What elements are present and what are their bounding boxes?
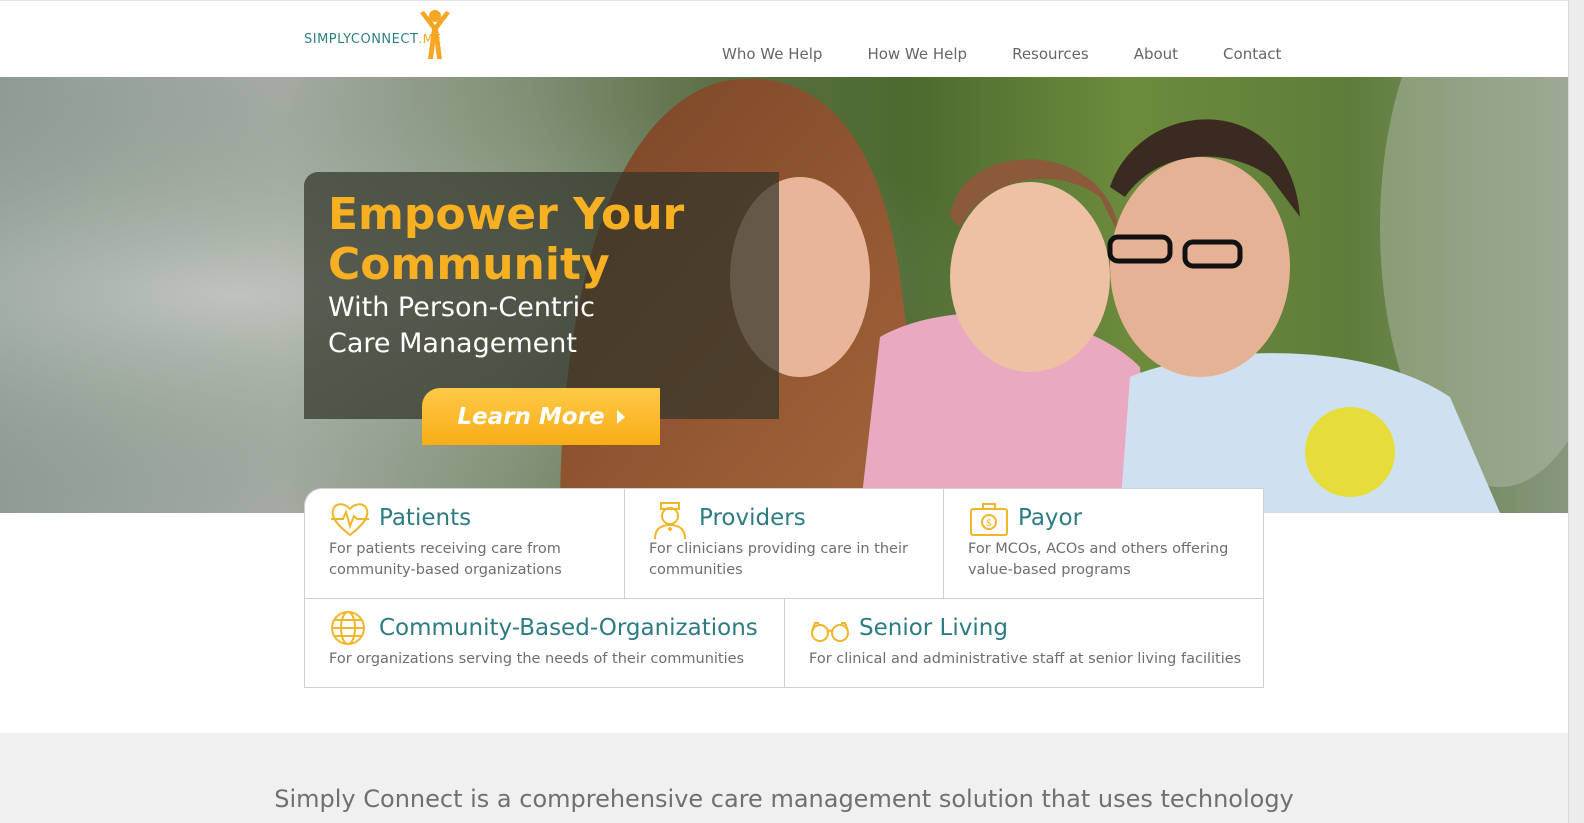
- card-title: Senior Living: [859, 615, 1008, 641]
- card-title: Payor: [1018, 505, 1083, 531]
- audience-cards: Patients For patients receiving care fro…: [304, 488, 1264, 688]
- nurse-icon: [654, 502, 686, 539]
- svg-text:$: $: [986, 518, 992, 529]
- hero-title: Empower Your Community: [328, 189, 685, 290]
- card-payor[interactable]: $ Payor For MCOs, ACOs and others offeri…: [944, 489, 1263, 599]
- card-title: Community-Based-Organizations: [379, 615, 758, 641]
- card-senior-living[interactable]: Senior Living For clinical and administr…: [785, 599, 1263, 687]
- hero-family-photo: [0, 77, 1568, 513]
- nav-resources[interactable]: Resources: [1012, 45, 1089, 63]
- hero-banner: Empower Your Community With Person-Centr…: [0, 77, 1568, 513]
- card-providers[interactable]: Providers For clinicians providing care …: [625, 489, 944, 599]
- card-patients[interactable]: Patients For patients receiving care fro…: [305, 489, 625, 599]
- learn-more-button[interactable]: Learn More: [422, 388, 660, 445]
- globe-icon: [331, 611, 365, 645]
- nav-who-we-help[interactable]: Who We Help: [722, 45, 822, 63]
- card-description: For organizations serving the needs of t…: [329, 651, 745, 667]
- card-description: For patients receiving care from communi…: [329, 541, 562, 578]
- card-description: For MCOs, ACOs and others offering value…: [968, 541, 1229, 578]
- main-nav: Who We Help How We Help Resources About …: [722, 45, 1281, 63]
- heartbeat-icon: [331, 503, 369, 537]
- card-description: For clinical and administrative staff at…: [809, 651, 1242, 667]
- scrollbar[interactable]: [1568, 0, 1584, 823]
- card-title: Patients: [379, 505, 472, 531]
- site-header: SIMPLYCONNECT.ME Who We Help How We Help…: [0, 0, 1568, 77]
- nav-about[interactable]: About: [1134, 45, 1178, 63]
- nav-how-we-help[interactable]: How We Help: [867, 45, 967, 63]
- intro-section: Simply Connect is a comprehensive care m…: [0, 733, 1568, 823]
- card-title: Providers: [699, 505, 806, 531]
- glasses-icon: [811, 622, 849, 642]
- logo[interactable]: SIMPLYCONNECT.ME: [304, 10, 450, 67]
- card-community-organizations[interactable]: Community-Based-Organizations For organi…: [305, 599, 785, 687]
- person-arms-up-icon: [420, 10, 450, 59]
- card-description: For clinicians providing care in their c…: [649, 541, 908, 578]
- learn-more-label: Learn More: [457, 403, 605, 430]
- money-case-icon: $: [970, 503, 1008, 536]
- nav-contact[interactable]: Contact: [1223, 45, 1281, 63]
- intro-text: Simply Connect is a comprehensive care m…: [274, 785, 1294, 813]
- caret-right-icon: [616, 409, 625, 424]
- hero-subtitle: With Person-Centric Care Management: [328, 292, 595, 359]
